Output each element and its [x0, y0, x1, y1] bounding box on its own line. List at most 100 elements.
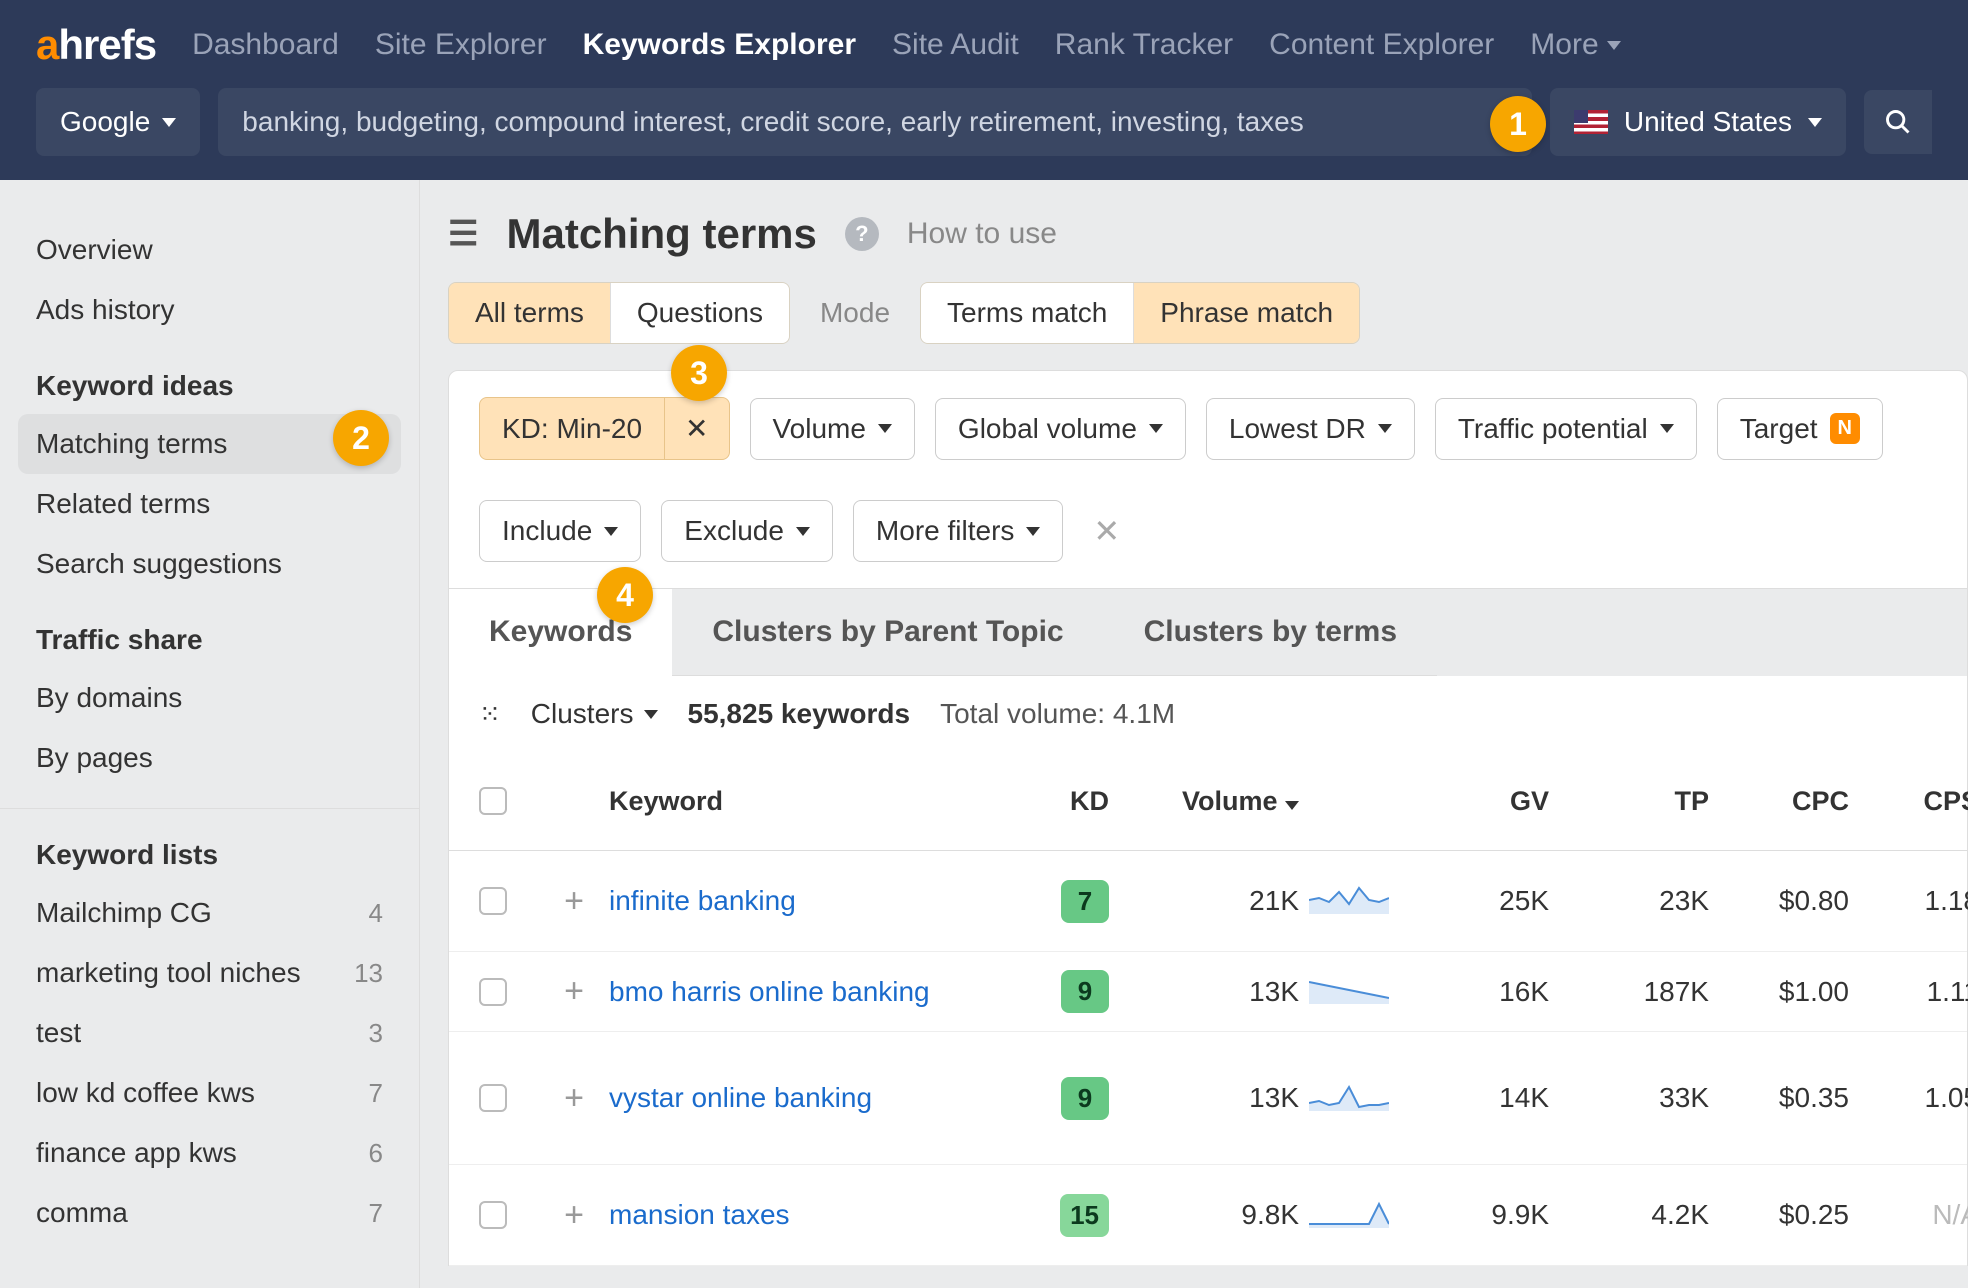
traffic-potential-filter[interactable]: Traffic potential — [1435, 398, 1697, 460]
table-row: + infinite banking 7 21K 25K 23K $0.80 1… — [449, 851, 1967, 952]
callout-badge-2: 2 — [333, 410, 389, 466]
clusters-parent-tab[interactable]: Clusters by Parent Topic — [672, 589, 1103, 676]
row-checkbox[interactable] — [479, 887, 507, 915]
kd-filter-active[interactable]: KD: Min-20 ✕ — [479, 397, 730, 460]
phrase-match-tab[interactable]: Phrase match — [1133, 283, 1359, 343]
search-button[interactable] — [1864, 90, 1932, 154]
target-filter[interactable]: TargetN — [1717, 398, 1883, 460]
sidebar-search-suggestions[interactable]: Search suggestions — [0, 534, 419, 594]
sidebar-by-pages[interactable]: By pages — [0, 728, 419, 788]
list-name: Mailchimp CG — [36, 897, 212, 929]
table-row: + bmo harris online banking 9 13K 16K 18… — [449, 952, 1967, 1032]
table-row: + mansion taxes 15 9.8K 9.9K 4.2K $0.25 … — [449, 1165, 1967, 1266]
row-checkbox[interactable] — [479, 1201, 507, 1229]
volume-filter[interactable]: Volume — [750, 398, 915, 460]
chevron-down-icon — [1607, 41, 1621, 50]
select-all-checkbox[interactable] — [479, 787, 507, 815]
keyword-link[interactable]: bmo harris online banking — [609, 976, 930, 1007]
th-cps[interactable]: CPS — [1859, 786, 1968, 817]
keyword-input[interactable] — [218, 88, 1532, 156]
sidebar-ads-history[interactable]: Ads history — [0, 280, 419, 340]
sidebar-heading-keyword-ideas: Keyword ideas — [0, 340, 419, 414]
nav-more[interactable]: More — [1530, 28, 1620, 62]
cpc-value: $0.35 — [1719, 1082, 1849, 1114]
list-name: marketing tool niches — [36, 957, 301, 989]
chevron-down-icon — [796, 527, 810, 536]
country-label: United States — [1624, 106, 1792, 138]
clusters-terms-tab[interactable]: Clusters by terms — [1104, 589, 1437, 676]
row-checkbox[interactable] — [479, 978, 507, 1006]
volume-sparkline — [1309, 1077, 1389, 1113]
chevron-down-icon — [878, 424, 892, 433]
keyword-link[interactable]: mansion taxes — [609, 1199, 790, 1230]
list-count: 6 — [369, 1138, 383, 1169]
global-volume-filter[interactable]: Global volume — [935, 398, 1186, 460]
more-filters[interactable]: More filters — [853, 500, 1063, 562]
questions-tab[interactable]: Questions — [610, 283, 789, 343]
clusters-dropdown[interactable]: Clusters — [531, 698, 658, 730]
nav-content-explorer[interactable]: Content Explorer — [1269, 28, 1494, 62]
keyword-link[interactable]: infinite banking — [609, 885, 796, 916]
row-checkbox[interactable] — [479, 1084, 507, 1112]
search-engine-dropdown[interactable]: Google — [36, 88, 200, 156]
sidebar-list-item[interactable]: test3 — [0, 1003, 419, 1063]
th-tp[interactable]: TP — [1559, 786, 1709, 817]
th-keyword[interactable]: Keyword — [609, 786, 999, 817]
sidebar-related-terms[interactable]: Related terms — [0, 474, 419, 534]
list-count: 4 — [369, 898, 383, 929]
chevron-down-icon — [1026, 527, 1040, 536]
nav-keywords-explorer[interactable]: Keywords Explorer — [583, 28, 856, 62]
keyword-link[interactable]: vystar online banking — [609, 1082, 872, 1113]
list-count: 7 — [369, 1078, 383, 1109]
results-tabs: Keywords 4 Clusters by Parent Topic Clus… — [448, 589, 1968, 676]
nav-dashboard[interactable]: Dashboard — [192, 28, 339, 62]
callout-badge-1: 1 — [1490, 96, 1546, 152]
list-count: 13 — [354, 958, 383, 989]
list-name: finance app kws — [36, 1137, 237, 1169]
volume-sparkline — [1309, 880, 1389, 916]
sidebar-list-item[interactable]: low kd coffee kws7 — [0, 1063, 419, 1123]
volume-value: 13K — [1119, 1082, 1299, 1114]
sidebar-list-item[interactable]: Mailchimp CG 4 — [0, 883, 419, 943]
sidebar-list-item[interactable]: finance app kws 6 — [0, 1123, 419, 1183]
expand-row-icon[interactable]: + — [549, 1196, 599, 1235]
logo[interactable]: ahrefs — [36, 21, 156, 69]
tp-value: 4.2K — [1559, 1199, 1709, 1231]
sort-desc-icon — [1285, 801, 1299, 810]
sidebar-list-item[interactable]: comma7 — [0, 1183, 419, 1243]
kd-filter-remove[interactable]: ✕ — [664, 398, 728, 459]
sidebar-list-item[interactable]: marketing tool niches 13 — [0, 943, 419, 1003]
tp-value: 33K — [1559, 1082, 1709, 1114]
th-volume[interactable]: Volume — [1119, 786, 1299, 817]
how-to-use-link[interactable]: How to use — [907, 217, 1057, 251]
country-dropdown[interactable]: United States — [1550, 88, 1846, 156]
nav-site-explorer[interactable]: Site Explorer — [375, 28, 547, 62]
clear-filters[interactable]: ✕ — [1083, 512, 1130, 550]
nav-rank-tracker[interactable]: Rank Tracker — [1055, 28, 1233, 62]
kd-badge: 9 — [1061, 970, 1109, 1013]
gv-value: 16K — [1419, 976, 1549, 1008]
all-terms-tab[interactable]: All terms — [449, 283, 610, 343]
expand-row-icon[interactable]: + — [549, 882, 599, 921]
gv-value: 25K — [1419, 885, 1549, 917]
expand-row-icon[interactable]: + — [549, 972, 599, 1011]
results-meta: ⁙ Clusters 55,825 keywords Total volume:… — [448, 676, 1968, 752]
sidebar-by-domains[interactable]: By domains — [0, 668, 419, 728]
terms-match-tab[interactable]: Terms match — [921, 283, 1133, 343]
th-cpc[interactable]: CPC — [1719, 786, 1849, 817]
sidebar-overview[interactable]: Overview — [0, 220, 419, 280]
new-badge: N — [1830, 413, 1860, 444]
th-kd[interactable]: KD — [1009, 786, 1109, 817]
total-volume: Total volume: 4.1M — [940, 698, 1175, 730]
cpc-value: $0.80 — [1719, 885, 1849, 917]
volume-value: 9.8K — [1119, 1199, 1299, 1231]
exclude-filter[interactable]: Exclude — [661, 500, 833, 562]
expand-row-icon[interactable]: + — [549, 1079, 599, 1118]
nav-site-audit[interactable]: Site Audit — [892, 28, 1019, 62]
lowest-dr-filter[interactable]: Lowest DR — [1206, 398, 1415, 460]
gv-value: 14K — [1419, 1082, 1549, 1114]
include-filter[interactable]: Include — [479, 500, 641, 562]
hamburger-icon[interactable]: ☰ — [448, 214, 478, 254]
help-icon[interactable]: ? — [845, 217, 879, 251]
th-gv[interactable]: GV — [1419, 786, 1549, 817]
